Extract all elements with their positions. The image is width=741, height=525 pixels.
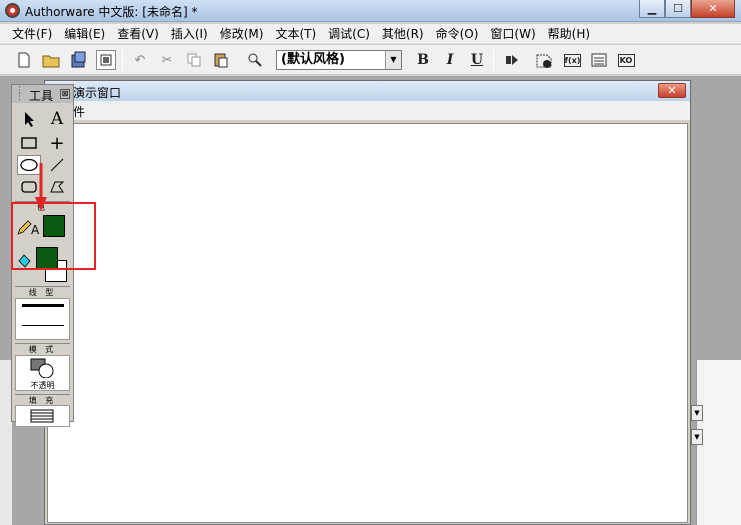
text-tool-icon[interactable]: A [45, 109, 69, 129]
menu-help[interactable]: 帮助(H) [542, 25, 596, 42]
window-title: Authorware 中文版: [未命名] * [25, 5, 198, 19]
baidu-watermark: Bai du jingyan.baidu.com [566, 438, 716, 513]
menu-file[interactable]: 文件(F) [6, 25, 58, 42]
line-type-selector[interactable] [15, 298, 70, 340]
maximize-button[interactable]: ☐ [665, 0, 691, 18]
import-icon[interactable] [96, 50, 116, 70]
underline-button[interactable]: U [467, 50, 487, 70]
minimize-button[interactable]: ▁ [639, 0, 665, 18]
menu-bar: 文件(F) 编辑(E) 查看(V) 插入(I) 修改(M) 文本(T) 调试(C… [0, 24, 741, 44]
menu-debug[interactable]: 调试(C) [322, 25, 376, 42]
watermark-logo: Bai du [572, 438, 678, 471]
paste-icon[interactable] [211, 50, 231, 70]
window-controls: ▁ ☐ ✕ [639, 0, 735, 19]
italic-button[interactable]: I [440, 50, 460, 70]
menu-other[interactable]: 其他(R) [376, 25, 430, 42]
presentation-menu-file[interactable]: 件 [73, 103, 85, 120]
title-bar: Authorware 中文版: [未命名] * ▁ ☐ ✕ [0, 0, 741, 22]
tools-palette-title-bar[interactable]: ⋮ ⋮ 工具 ⊠ [12, 85, 73, 103]
mode-value: 不透明 [30, 381, 55, 390]
menu-command[interactable]: 命令(O) [430, 25, 485, 42]
authorware-app-icon [5, 3, 20, 18]
fill-pattern-icon [30, 409, 54, 423]
mode-section-label: 模 式 [15, 343, 70, 354]
presentation-window-title-bar: 演示窗口 ✕ [45, 81, 690, 101]
bold-button[interactable]: B [413, 50, 433, 70]
mode-selector[interactable]: 不透明 [15, 355, 70, 391]
menu-insert[interactable]: 插入(I) [165, 25, 214, 42]
close-button[interactable]: ✕ [691, 0, 735, 18]
functions-label: f(x) [563, 53, 581, 67]
grip-icon: ⋮ ⋮ [15, 86, 24, 102]
color-highlight-box [11, 202, 96, 270]
menu-window[interactable]: 窗口(W) [484, 25, 541, 42]
new-file-icon[interactable] [14, 50, 34, 70]
control-panel-icon[interactable] [534, 50, 554, 70]
straight-line-tool-icon[interactable]: + [45, 133, 69, 154]
thick-line-option[interactable] [22, 304, 64, 307]
chevron-down-icon[interactable]: ▼ [385, 51, 401, 69]
red-arrow-annotation [35, 163, 47, 211]
menu-text[interactable]: 文本(T) [269, 25, 322, 42]
rectangle-tool-icon[interactable] [17, 133, 41, 153]
menu-modify[interactable]: 修改(M) [214, 25, 270, 42]
line-type-section-label: 线 型 [15, 286, 70, 297]
fill-pattern-selector[interactable] [15, 405, 70, 427]
diagonal-line-tool-icon[interactable] [45, 155, 69, 175]
undo-icon[interactable]: ↶ [130, 50, 150, 70]
presentation-close-button[interactable]: ✕ [658, 83, 686, 98]
tools-palette-title: 工具 [29, 89, 54, 103]
menu-view[interactable]: 查看(V) [111, 25, 165, 42]
menu-edit[interactable]: 编辑(E) [58, 25, 111, 42]
cut-icon[interactable]: ✂ [157, 50, 177, 70]
presentation-menu-bar: 件 [45, 101, 690, 120]
fill-section-label: 填 充 [15, 394, 70, 405]
polygon-tool-icon[interactable] [45, 177, 69, 197]
save-all-icon[interactable] [69, 50, 89, 70]
knowledge-objects-icon[interactable]: KO [616, 50, 636, 70]
copy-icon[interactable] [184, 50, 204, 70]
run-icon[interactable] [502, 50, 522, 70]
pointer-tool-icon[interactable] [17, 109, 41, 129]
variables-window-icon[interactable] [589, 50, 609, 70]
opaque-mode-icon [30, 358, 54, 378]
watermark-url: jingyan.baidu.com [566, 482, 668, 495]
functions-window-icon[interactable]: f(x) [562, 50, 582, 70]
find-icon[interactable] [245, 50, 265, 70]
main-toolbar: ↶ ✂ (默认风格) ▼ B I U f(x) KO [0, 45, 741, 75]
thin-line-option[interactable] [22, 325, 64, 326]
open-folder-icon[interactable] [41, 50, 61, 70]
text-style-select[interactable]: (默认风格) ▼ [276, 50, 402, 70]
tools-close-icon[interactable]: ⊠ [60, 89, 70, 99]
text-style-value: (默认风格) [281, 52, 345, 67]
ko-label: KO [617, 53, 635, 67]
presentation-window-title: 演示窗口 [73, 86, 122, 100]
chevron-down-icon[interactable]: ▼ [691, 405, 703, 421]
